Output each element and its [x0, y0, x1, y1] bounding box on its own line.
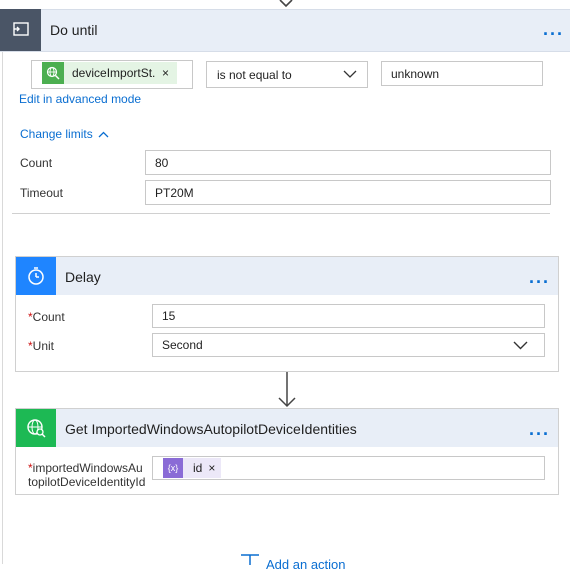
identity-id-input[interactable]: {x} id ×: [152, 456, 545, 480]
unit-value: Second: [162, 338, 203, 352]
chevron-down-icon: [513, 341, 528, 350]
delay-title: Delay: [65, 269, 101, 285]
add-action-button[interactable]: Add an action: [240, 553, 346, 572]
count-label: Count: [20, 156, 53, 170]
edit-advanced-mode-link[interactable]: Edit in advanced mode: [19, 92, 141, 106]
timeout-label: Timeout: [20, 186, 63, 200]
variable-icon: {x}: [163, 458, 183, 478]
id-token[interactable]: {x} id ×: [163, 458, 222, 478]
globe-search-icon: [16, 409, 56, 447]
do-until-more-icon[interactable]: ...: [543, 20, 564, 38]
condition-token-label: deviceImportSt...: [72, 66, 156, 80]
connector-arrow-icon: [278, 372, 296, 408]
delay-count-label: *Count: [28, 310, 65, 324]
add-action-label: Add an action: [266, 557, 346, 572]
chevron-up-icon: [98, 131, 109, 137]
timer-icon: [16, 257, 56, 295]
count-input[interactable]: 80: [145, 150, 551, 175]
change-limits-label: Change limits: [20, 127, 93, 141]
operator-value: is not equal to: [217, 67, 292, 82]
globe-search-icon: [42, 62, 64, 84]
timeout-input[interactable]: PT20M: [145, 180, 551, 205]
loop-icon: [0, 9, 41, 51]
condition-right-input[interactable]: unknown: [381, 61, 543, 86]
get-identities-more-icon[interactable]: ...: [529, 420, 550, 438]
condition-token[interactable]: deviceImportSt... ×: [42, 62, 177, 84]
delay-unit-label: *Unit: [28, 339, 55, 353]
delay-more-icon[interactable]: ...: [529, 268, 550, 286]
get-identities-title: Get ImportedWindowsAutopilotDeviceIdenti…: [65, 421, 357, 437]
token-remove-icon[interactable]: ×: [162, 66, 169, 80]
token-remove-icon[interactable]: ×: [208, 461, 215, 475]
delay-count-input[interactable]: 15: [152, 304, 545, 328]
scope-border: [2, 10, 3, 564]
delay-unit-select[interactable]: Second: [152, 333, 545, 357]
change-limits-toggle[interactable]: Change limits: [20, 127, 109, 141]
condition-operator-select[interactable]: is not equal to: [206, 61, 368, 88]
id-token-label: id: [193, 461, 203, 475]
do-until-title: Do until: [50, 22, 98, 38]
chevron-down-icon: [343, 70, 357, 78]
add-action-icon: [241, 554, 259, 565]
identity-id-label: *importedWindowsAu topilotDeviceIdentity…: [28, 461, 146, 489]
divider: [12, 213, 550, 214]
